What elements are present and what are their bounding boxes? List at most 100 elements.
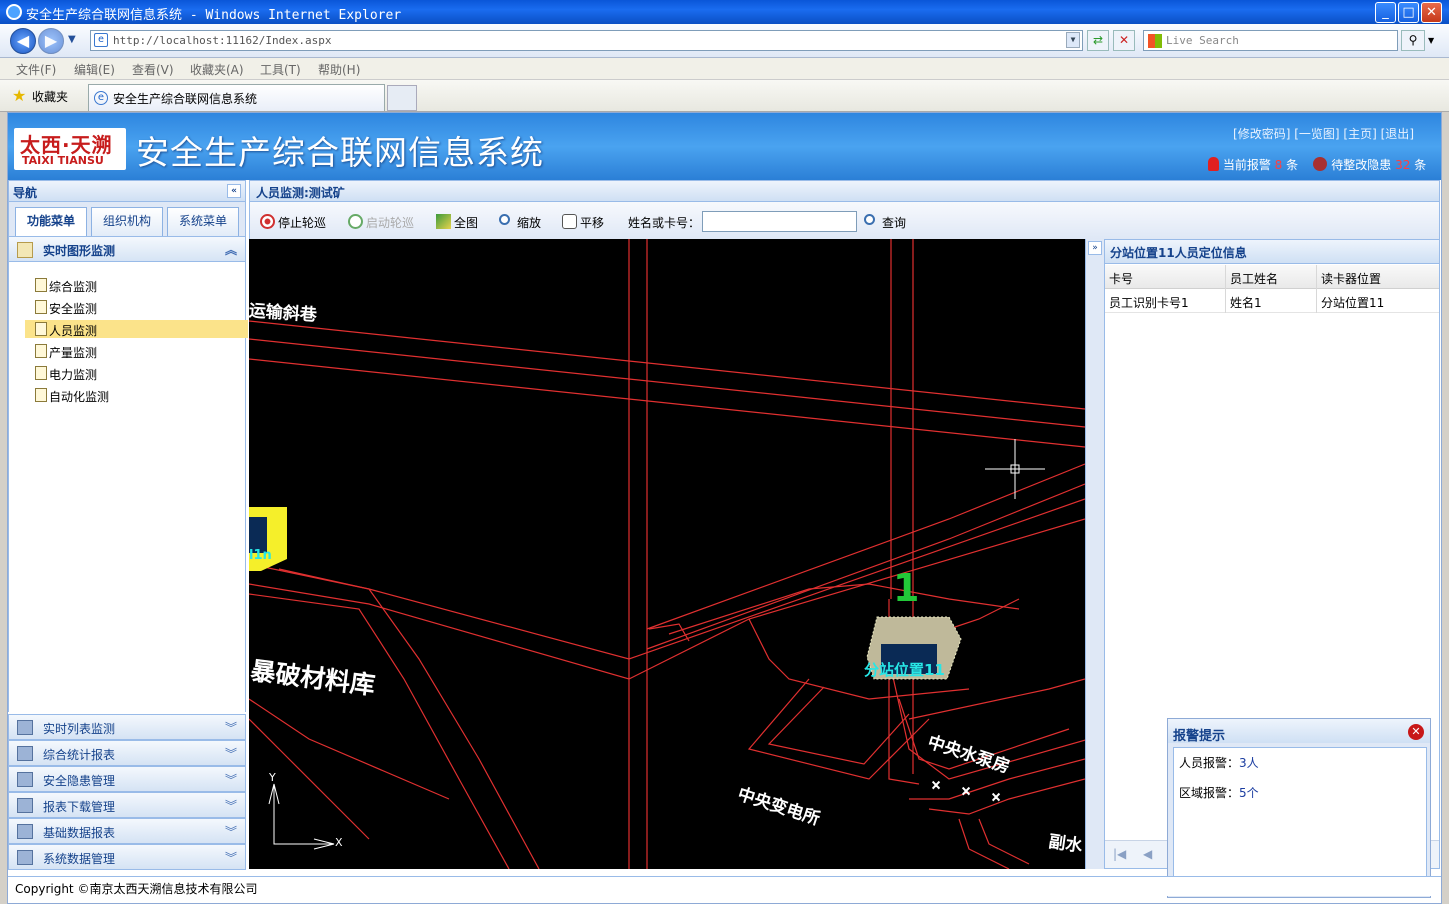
tree-item-power[interactable]: 电力监测 — [25, 364, 248, 382]
section-title: 实时图形监测 — [43, 244, 116, 258]
url-dropdown-icon[interactable]: ▼ — [1066, 32, 1080, 48]
col-reader-location[interactable]: 读卡器位置 — [1317, 265, 1439, 289]
nav-header-title: 导航 — [13, 186, 38, 200]
section-hazard-management[interactable]: 安全隐患管理 ︾ — [8, 766, 246, 792]
chevron-down-icon[interactable]: ︾ — [225, 771, 237, 788]
expand-right-icon[interactable]: » — [1088, 241, 1102, 255]
section-statistics-report[interactable]: 综合统计报表 ︾ — [8, 740, 246, 766]
pending-hazard-link[interactable]: 待整改隐患 — [1331, 158, 1391, 172]
tree-item-label: 人员监测 — [49, 324, 98, 338]
window-titlebar: 安全生产综合联网信息系统 - Windows Internet Explorer… — [0, 0, 1449, 24]
mine-map-canvas[interactable]: × × × 运输斜巷 暴破材料库 中央水泵房 中央变电所 副水 分站位置11 1… — [249, 239, 1085, 869]
tree-item-safety[interactable]: 安全监测 — [25, 298, 248, 316]
new-tab-button[interactable] — [387, 85, 417, 111]
section-realtime-graphic[interactable]: 实时图形监测 ︽ — [8, 236, 246, 262]
menu-file[interactable]: 文件(F) — [16, 61, 56, 78]
section-system-data[interactable]: 系统数据管理 ︾ — [8, 844, 246, 870]
tree-item-label: 安全监测 — [49, 302, 98, 316]
gear-icon — [17, 850, 33, 865]
menu-favorites[interactable]: 收藏夹(A) — [190, 61, 244, 78]
full-map-button[interactable]: 全图 — [436, 214, 478, 231]
prev-page-icon[interactable]: ◀ — [1143, 847, 1152, 861]
map-label-station-number: 1 — [893, 566, 920, 610]
info-panel-toggle-strip: » — [1085, 239, 1104, 869]
start-patrol-button[interactable]: 启动轮巡 — [348, 214, 414, 231]
stop-patrol-button[interactable]: 停止轮巡 — [260, 214, 326, 231]
tab-system-menu[interactable]: 系统菜单 — [167, 207, 239, 236]
tab-organization[interactable]: 组织机构 — [91, 207, 163, 236]
chevron-up-icon[interactable]: ︽ — [225, 241, 237, 258]
tab-function-menu[interactable]: 功能菜单 — [15, 207, 87, 236]
refresh-button[interactable]: ⇄ — [1087, 30, 1109, 51]
main-header: 人员监测:测试矿 — [249, 180, 1440, 202]
url-input[interactable]: e http://localhost:11162/Index.aspx ▼ — [90, 30, 1083, 51]
section-realtime-list[interactable]: 实时列表监测 ︾ — [8, 714, 246, 740]
tree-item-automation[interactable]: 自动化监测 — [25, 386, 248, 404]
first-page-icon[interactable]: |◀ — [1113, 847, 1126, 861]
current-alarm-link[interactable]: 当前报警 — [1223, 158, 1271, 172]
table-row[interactable]: 员工识别卡号1 姓名1 分站位置11 — [1105, 289, 1439, 313]
minimize-button[interactable]: _ — [1375, 2, 1396, 23]
logo-en-text: TAIXI TIANSU — [22, 154, 104, 167]
collapse-left-icon[interactable]: « — [227, 184, 241, 198]
search-options-icon[interactable]: ▼ — [1428, 36, 1434, 45]
star-icon[interactable]: ★ — [12, 86, 26, 105]
chevron-down-icon[interactable]: ︾ — [225, 849, 237, 866]
favorites-bar: ★ 收藏夹 e 安全生产综合联网信息系统 — [0, 80, 1449, 112]
menu-view[interactable]: 查看(V) — [132, 61, 174, 78]
col-card-number[interactable]: 卡号 — [1105, 265, 1226, 289]
close-window-button[interactable]: ✕ — [1421, 2, 1442, 23]
svg-text:×: × — [961, 784, 971, 798]
map-label-corner: l1n — [249, 548, 272, 563]
area-alarm-value[interactable]: 5个 — [1239, 786, 1259, 800]
nav-tabs: 功能菜单 组织机构 系统菜单 — [8, 202, 246, 236]
address-bar: ◀ ▶ ▼ e http://localhost:11162/Index.asp… — [0, 24, 1449, 58]
search-icon[interactable]: ⚲ — [1401, 30, 1425, 51]
tree-item-production[interactable]: 产量监测 — [25, 342, 248, 360]
cell-employee-name: 姓名1 — [1226, 289, 1317, 313]
map-label-aux: 副水 — [1047, 832, 1084, 857]
mine-map-svg[interactable]: × × × — [249, 239, 1085, 869]
personnel-grid: 卡号 员工姓名 读卡器位置 员工识别卡号1 姓名1 分站位置11 — [1105, 265, 1439, 313]
forward-button[interactable]: ▶ — [38, 28, 64, 54]
zoom-button[interactable]: 缩放 — [499, 214, 541, 231]
overview-link[interactable]: 一览图 — [1299, 127, 1335, 141]
favorites-button[interactable]: 收藏夹 — [32, 88, 68, 105]
tree-item-label: 产量监测 — [49, 346, 98, 360]
logout-link[interactable]: 退出 — [1385, 127, 1409, 141]
name-or-card-input[interactable] — [702, 211, 857, 232]
history-dropdown-icon[interactable]: ▼ — [68, 34, 76, 45]
chevron-down-icon[interactable]: ︾ — [225, 823, 237, 840]
alarm-popup-body: 人员报警：3人 区域报警：5个 — [1173, 747, 1427, 877]
play-icon — [348, 214, 363, 229]
tree-item-comprehensive[interactable]: 综合监测 — [25, 276, 248, 294]
area-alarm-line: 区域报警：5个 — [1179, 784, 1259, 801]
back-button[interactable]: ◀ — [10, 28, 36, 54]
home-link[interactable]: 主页 — [1348, 127, 1372, 141]
menu-edit[interactable]: 编辑(E) — [74, 61, 115, 78]
search-input[interactable]: Live Search — [1143, 30, 1398, 51]
axis-x-label: X — [335, 836, 343, 849]
close-icon[interactable]: ✕ — [1408, 724, 1424, 740]
tab-current[interactable]: e 安全生产综合联网信息系统 — [88, 84, 385, 111]
tree-item-personnel[interactable]: 人员监测 — [25, 320, 248, 338]
menu-help[interactable]: 帮助(H) — [318, 61, 360, 78]
tunnel-lines — [249, 239, 1085, 869]
stop-button[interactable]: ✕ — [1113, 30, 1135, 51]
map-label-station[interactable]: 分站位置11 — [864, 659, 945, 680]
section-label: 安全隐患管理 — [43, 774, 116, 788]
menu-tools[interactable]: 工具(T) — [260, 61, 301, 78]
person-alarm-value[interactable]: 3人 — [1239, 756, 1259, 770]
section-report-download[interactable]: 报表下载管理 ︾ — [8, 792, 246, 818]
maximize-button[interactable]: □ — [1398, 2, 1419, 23]
pan-button[interactable]: 平移 — [562, 214, 604, 231]
chevron-down-icon[interactable]: ︾ — [225, 745, 237, 762]
alarm-popup-title-text: 报警提示 — [1173, 729, 1226, 744]
magnifier-icon — [499, 214, 510, 225]
chevron-down-icon[interactable]: ︾ — [225, 719, 237, 736]
query-button[interactable]: 查询 — [864, 214, 906, 231]
col-employee-name[interactable]: 员工姓名 — [1226, 265, 1317, 289]
change-password-link[interactable]: 修改密码 — [1238, 127, 1286, 141]
chevron-down-icon[interactable]: ︾ — [225, 797, 237, 814]
section-basic-data-report[interactable]: 基础数据报表 ︾ — [8, 818, 246, 844]
